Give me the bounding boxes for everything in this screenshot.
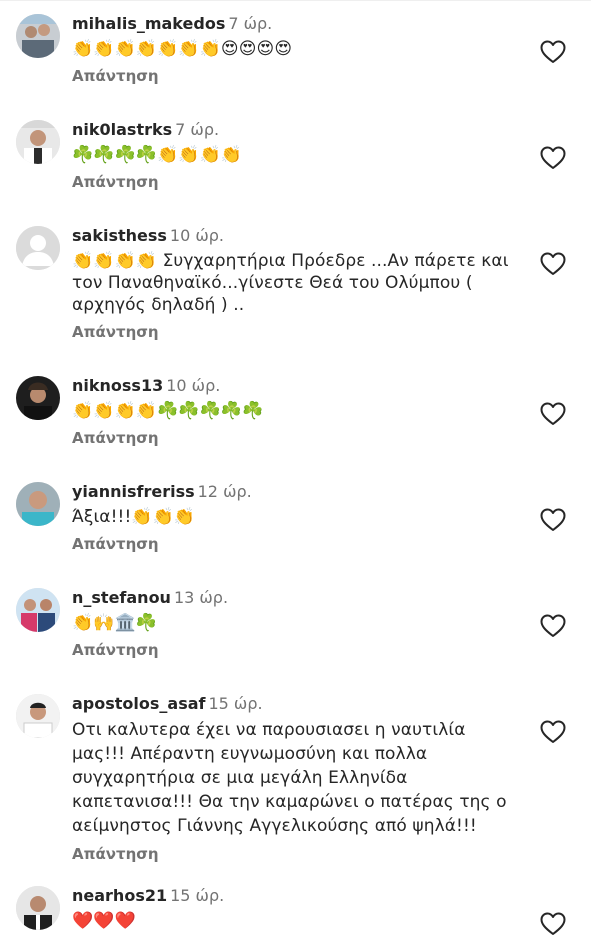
comment-body: sakisthess 10 ώρ. 👏👏👏👏 Συγχαρητήρια Πρόεδ… [72,226,522,342]
username[interactable]: apostolos_asaf [72,694,205,713]
avatar[interactable] [16,886,60,930]
like-button[interactable] [540,40,566,64]
divider [0,0,591,1]
comment-body: nik0lastrks 7 ώρ. ☘️☘️☘️☘️👏👏👏👏 Απάντηση [72,120,522,192]
comment-meta: mihalis_makedos 7 ώρ. [72,14,522,34]
comment-text: 👏👏👏👏 Συγχαρητήρια Πρόεδρε ...Αν πάρετε κ… [72,251,509,315]
avatar[interactable] [16,120,60,164]
comment-body: yiannisfreriss 12 ώρ. Άξια!!!👏👏👏 Απάντηση [72,482,522,554]
username[interactable]: yiannisfreriss [72,482,195,501]
like-button[interactable] [540,614,566,638]
reply-button[interactable]: Απάντηση [72,535,522,554]
like-button[interactable] [540,402,566,426]
comment-text: 👏🙌🏛️☘️ [72,613,158,633]
like-button[interactable] [540,912,566,936]
default-avatar-icon [16,226,60,270]
username[interactable]: nik0lastrks [72,120,172,139]
username[interactable]: mihalis_makedos [72,14,225,33]
reply-button[interactable]: Απάντηση [72,323,522,342]
like-button[interactable] [540,146,566,170]
comment-meta: nearhos21 15 ώρ. [72,886,522,906]
comment-body: niknoss13 10 ώρ. 👏👏👏👏☘️☘️☘️☘️☘️ Απάντηση [72,376,522,448]
like-button[interactable] [540,508,566,532]
reply-button[interactable]: Απάντηση [72,173,522,192]
timestamp: 10 ώρ. [166,376,221,395]
avatar[interactable] [16,694,60,738]
avatar[interactable] [16,376,60,420]
comment-text: 👏👏👏👏☘️☘️☘️☘️☘️ [72,401,264,421]
comment-body: n_stefanou 13 ώρ. 👏🙌🏛️☘️ Απάντηση [72,588,522,660]
timestamp: 15 ώρ. [170,886,225,905]
username[interactable]: n_stefanou [72,588,171,607]
comment-body: nearhos21 15 ώρ. ❤️❤️❤️ [72,886,522,932]
comment-body: mihalis_makedos 7 ώρ. 👏👏👏👏👏👏👏😍😍😍😍 Απάντησ… [72,14,522,86]
timestamp: 10 ώρ. [169,226,224,245]
reply-button[interactable]: Απάντηση [72,429,522,448]
comment-text: ☘️☘️☘️☘️👏👏👏👏 [72,145,243,165]
reply-button[interactable]: Απάντηση [72,67,522,86]
timestamp: 13 ώρ. [173,588,229,607]
timestamp: 12 ώρ. [197,482,252,501]
comment-text: ❤️❤️❤️ [72,911,136,931]
comment-text: Άξια!!!👏👏👏 [72,507,196,527]
avatar[interactable] [16,226,60,270]
timestamp: 7 ώρ. [228,14,273,33]
comment-meta: niknoss13 10 ώρ. [72,376,522,396]
reply-button[interactable]: Απάντηση [72,641,522,660]
comment-text: 👏👏👏👏👏👏👏😍😍😍😍 [72,39,293,59]
comment-meta: n_stefanou 13 ώρ. [72,588,522,608]
heart-outline-icon [540,252,566,275]
heart-outline-icon [540,720,566,743]
heart-outline-icon [540,146,566,169]
heart-outline-icon [540,40,566,63]
username[interactable]: sakisthess [72,226,167,245]
timestamp: 15 ώρ. [208,694,263,713]
comment-meta: sakisthess 10 ώρ. [72,226,522,246]
like-button[interactable] [540,252,566,276]
comments-list: mihalis_makedos 7 ώρ. 👏👏👏👏👏👏👏😍😍😍😍 Απάντησ… [0,0,591,943]
heart-outline-icon [540,614,566,637]
heart-outline-icon [540,508,566,531]
avatar[interactable] [16,14,60,58]
username[interactable]: nearhos21 [72,886,167,905]
heart-outline-icon [540,912,566,935]
like-button[interactable] [540,720,566,744]
avatar[interactable] [16,482,60,526]
timestamp: 7 ώρ. [175,120,220,139]
comment-text: Οτι καλυτερα έχει να παρουσιασει η ναυτι… [72,720,507,836]
comment-meta: apostolos_asaf 15 ώρ. [72,694,522,714]
comment-meta: yiannisfreriss 12 ώρ. [72,482,522,502]
heart-outline-icon [540,402,566,425]
comment-body: apostolos_asaf 15 ώρ. Οτι καλυτερα έχει ν… [72,694,522,864]
comment-meta: nik0lastrks 7 ώρ. [72,120,522,140]
reply-button[interactable]: Απάντηση [72,845,522,864]
avatar[interactable] [16,588,60,632]
username[interactable]: niknoss13 [72,376,163,395]
